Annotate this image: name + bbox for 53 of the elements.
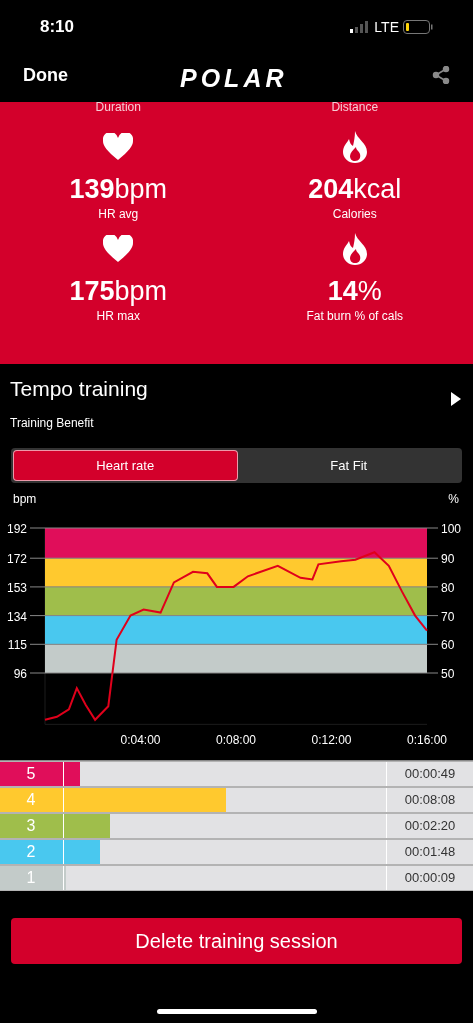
- stat-label: Fat burn % of cals: [306, 308, 404, 324]
- zone-number: 5: [25, 764, 37, 784]
- axis-tick-label: 0:16:00: [407, 733, 447, 747]
- axis-tick-label: 134: [6, 609, 27, 624]
- stat-value: 204kcal: [308, 173, 402, 206]
- axis-tick-label: 0:12:00: [311, 733, 352, 747]
- axis-tick-label: 96: [13, 667, 27, 681]
- battery-icon: [403, 20, 433, 34]
- session-title: Tempo training: [10, 376, 148, 402]
- axis-tick-label: 50: [441, 667, 455, 681]
- done-button[interactable]: Done: [23, 61, 68, 89]
- stat-label: Duration: [95, 100, 141, 114]
- axis-tick-label: 172: [6, 552, 27, 567]
- network-label: LTE: [374, 17, 399, 37]
- stat-value: 139bpm: [69, 173, 168, 206]
- zone-number: 1: [25, 868, 37, 888]
- stat-label: HR max: [96, 308, 140, 324]
- zone-number: 3: [25, 816, 37, 836]
- zone-time: 00:02:20: [404, 817, 456, 836]
- axis-tick-label: 115: [7, 638, 27, 653]
- share-icon[interactable]: [432, 66, 450, 84]
- zone-time: 00:00:09: [404, 869, 456, 888]
- axis-tick-label: 70: [441, 609, 455, 624]
- chart-tab[interactable]: Fat Fit: [237, 450, 460, 481]
- delete-button[interactable]: Delete training session: [11, 918, 462, 964]
- axis-tick-label: 153: [6, 580, 27, 595]
- stat-value: 14%: [327, 275, 382, 308]
- stat-value: 175bpm: [69, 275, 168, 308]
- zone-number: 2: [25, 842, 37, 862]
- axis-label: %: [448, 492, 459, 506]
- stat-label: Calories: [332, 206, 377, 222]
- axis-tick-label: 80: [441, 580, 455, 595]
- axis-tick-label: 192: [6, 522, 27, 536]
- axis-tick-label: 90: [441, 552, 455, 567]
- zone-time: 00:08:08: [404, 791, 456, 810]
- chart-tab[interactable]: Heart rate: [13, 450, 238, 481]
- flame-icon: [342, 130, 367, 164]
- axis-tick-label: 0:04:00: [120, 733, 161, 747]
- zone-time: 00:01:48: [404, 843, 456, 862]
- play-icon[interactable]: [451, 392, 461, 406]
- flame-icon: [342, 232, 367, 266]
- brand-logo: POLAR: [180, 63, 288, 94]
- stat-label: Distance: [331, 100, 379, 114]
- axis-tick-label: 0:08:00: [216, 733, 256, 747]
- axis-tick-label: 60: [441, 638, 455, 653]
- session-subtitle: Training Benefit: [10, 415, 95, 432]
- signal-icon: [350, 21, 371, 33]
- zone-number: 4: [25, 790, 37, 810]
- zone-time: 00:00:49: [404, 765, 456, 784]
- axis-label: bpm: [13, 492, 37, 506]
- axis-tick-label: 100: [441, 522, 462, 536]
- clock-time: 8:10: [40, 16, 75, 39]
- stat-label: HR avg: [98, 206, 139, 222]
